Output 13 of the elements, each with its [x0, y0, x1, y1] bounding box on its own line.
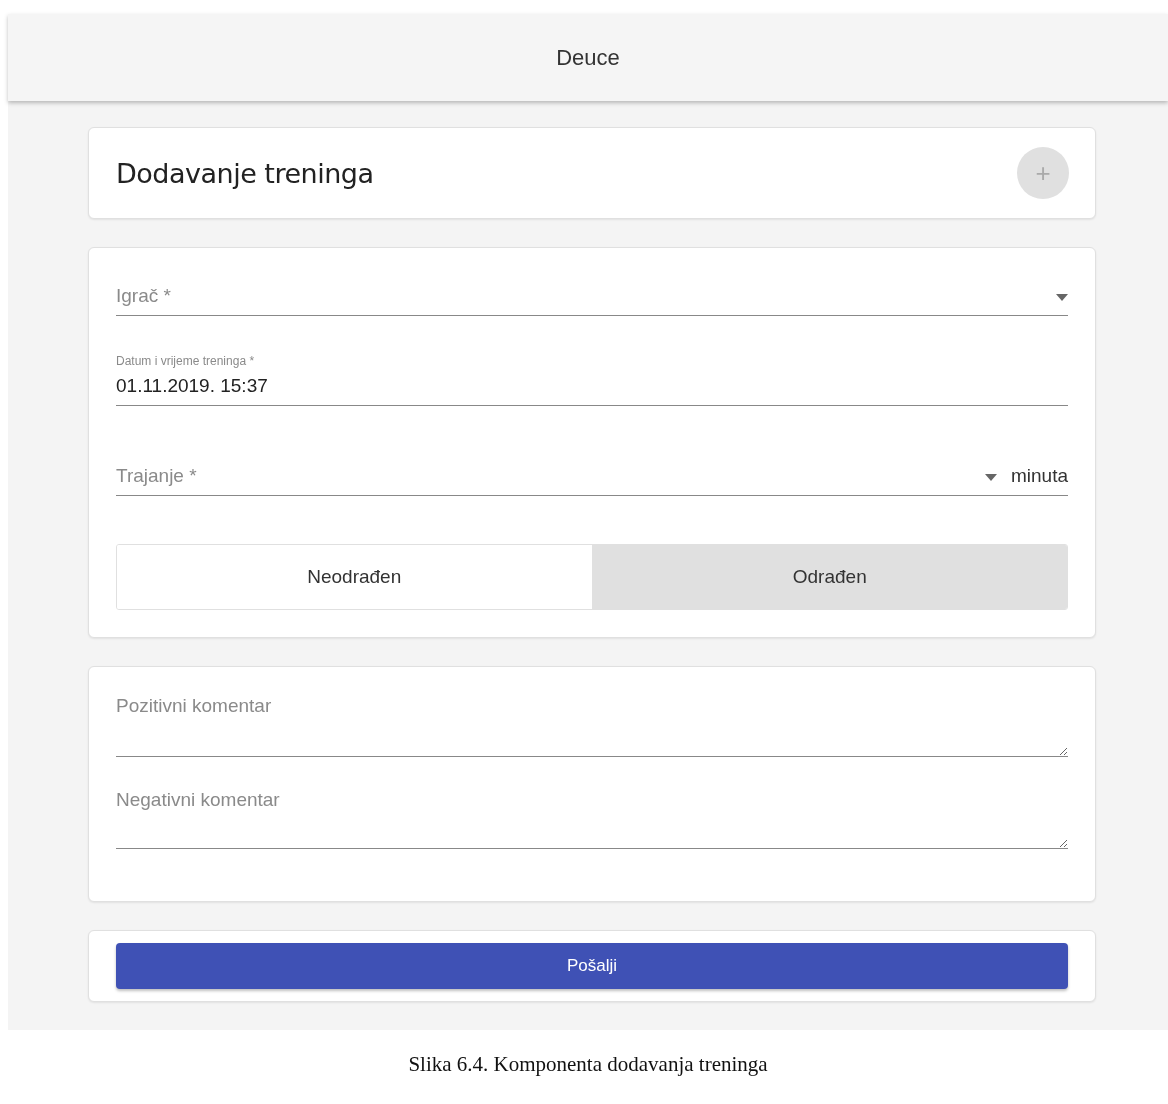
status-toggle-button[interactable]: Neodrađen — [117, 545, 593, 609]
duration-field[interactable]: Trajanje * — [116, 465, 985, 487]
submit-button[interactable]: Pošalji — [116, 943, 1068, 989]
player-select[interactable]: Igrač * — [116, 285, 1056, 307]
status-toggle-button[interactable]: Odrađen — [592, 545, 1067, 609]
app-title: Deuce — [556, 44, 620, 71]
figure-caption: Slika 6.4. Komponenta dodavanja treninga — [407, 1052, 769, 1077]
dropdown-caret-icon[interactable] — [984, 474, 997, 481]
dropdown-caret-icon[interactable] — [1056, 294, 1068, 301]
page-title: Dodavanje treninga — [116, 157, 374, 189]
field-label: Datum i vrijeme treninga * — [116, 354, 255, 368]
unit-label: minuta — [1010, 465, 1068, 487]
datetime-field[interactable]: 01.11.2019. 15:37 — [116, 375, 1068, 397]
